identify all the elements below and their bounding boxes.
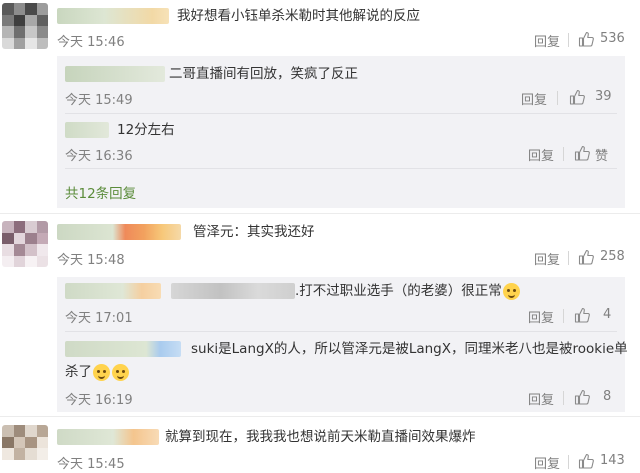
thumbs-up-icon[interactable] [578,31,594,47]
action-divider [568,251,569,265]
action-divider [563,147,564,161]
reply-text: 二哥直播间有回放，笑疯了反正 [65,65,358,83]
thumbs-up-icon[interactable] [578,249,594,265]
comment-item: 管泽元：其实我还好 今天 15:48 回复 258 .打不过职业选手（的老婆）很… [0,214,640,414]
like-count: 8 [603,389,612,404]
username-blurred[interactable] [65,66,165,82]
reply-button[interactable]: 回复 [534,453,560,472]
reply-thread: 二哥直播间有回放，笑疯了反正 今天 15:49 回复 39 12分左右 今天 1… [57,56,625,208]
reply-text: .打不过职业选手（的老婆）很正常 [65,282,521,300]
comment-text: 管泽元：其实我还好 [57,223,315,241]
comment-item: 我好想看小钰单杀米勒时其他解说的反应 今天 15:46 回复 536 二哥直播间… [0,0,640,210]
action-divider [563,309,564,323]
thumbs-up-icon[interactable] [574,307,590,323]
thumbs-up-icon[interactable] [578,453,594,469]
action-divider [568,455,569,469]
like-count: 39 [595,89,612,104]
reply-thread: .打不过职业选手（的老婆）很正常 今天 17:01 回复 4 suki是Lang… [57,277,628,412]
thumbs-up-icon[interactable] [574,145,590,161]
action-divider [563,391,564,405]
reply-item: .打不过职业选手（的老婆）很正常 今天 17:01 回复 4 [57,277,625,327]
like-count: 258 [600,249,625,264]
thumbs-up-icon[interactable] [574,389,590,405]
avatar[interactable] [2,3,48,49]
reply-item: suki是LangX的人，所以管泽元是被LangX，同理米老八也是被rookie… [57,333,628,411]
reply-text: suki是LangX的人，所以管泽元是被LangX，同理米老八也是被rookie… [65,340,628,358]
comment-text: 我好想看小钰单杀米勒时其他解说的反应 [57,7,420,25]
comment-time: 今天 15:48 [57,253,125,268]
thumbs-up-icon[interactable] [569,89,585,105]
username-blurred[interactable] [57,224,181,240]
dog-face-emoji-icon [502,282,520,300]
like-count: 536 [600,31,625,46]
username-blurred[interactable] [65,283,161,299]
dog-face-emoji-icon [93,363,110,381]
reply-button[interactable]: 回复 [528,307,554,326]
reply-item: 二哥直播间有回放，笑疯了反正 今天 15:49 回复 39 [57,56,625,112]
username-blurred[interactable] [171,283,295,299]
comment-time: 今天 15:45 [57,457,125,472]
reply-button[interactable]: 回复 [521,89,547,108]
reply-divider [65,168,617,169]
more-replies-link[interactable]: 共12条回复 [65,182,136,202]
like-count: 4 [603,307,612,322]
reply-divider [65,331,617,332]
reply-button[interactable]: 回复 [528,389,554,408]
reply-item: 12分左右 今天 16:36 回复 赞 [57,114,625,166]
username-blurred[interactable] [57,429,159,445]
comment-time: 今天 15:46 [57,35,125,50]
dog-face-emoji-icon [112,363,129,381]
reply-button[interactable]: 回复 [534,249,560,268]
reply-text: 12分左右 [65,121,175,139]
username-blurred[interactable] [65,341,181,357]
comment-text: 就算到现在，我我我也想说前天米勒直播间效果爆炸 [57,428,476,446]
username-blurred[interactable] [57,8,169,24]
avatar[interactable] [2,221,48,267]
reply-button[interactable]: 回复 [528,145,554,164]
action-divider [557,91,558,105]
reply-time: 今天 16:36 [65,149,133,164]
like-count: 143 [600,453,625,468]
username-blurred[interactable] [65,122,109,138]
reply-text-continued: 杀了 [65,363,130,381]
reply-time: 今天 16:19 [65,393,133,408]
reply-time: 今天 15:49 [65,93,133,108]
avatar[interactable] [2,425,48,471]
like-count: 赞 [595,149,609,164]
reply-button[interactable]: 回复 [534,31,560,50]
reply-time: 今天 17:01 [65,311,133,326]
comment-item: 就算到现在，我我我也想说前天米勒直播间效果爆炸 今天 15:45 回复 143 [0,417,640,473]
action-divider [568,33,569,47]
